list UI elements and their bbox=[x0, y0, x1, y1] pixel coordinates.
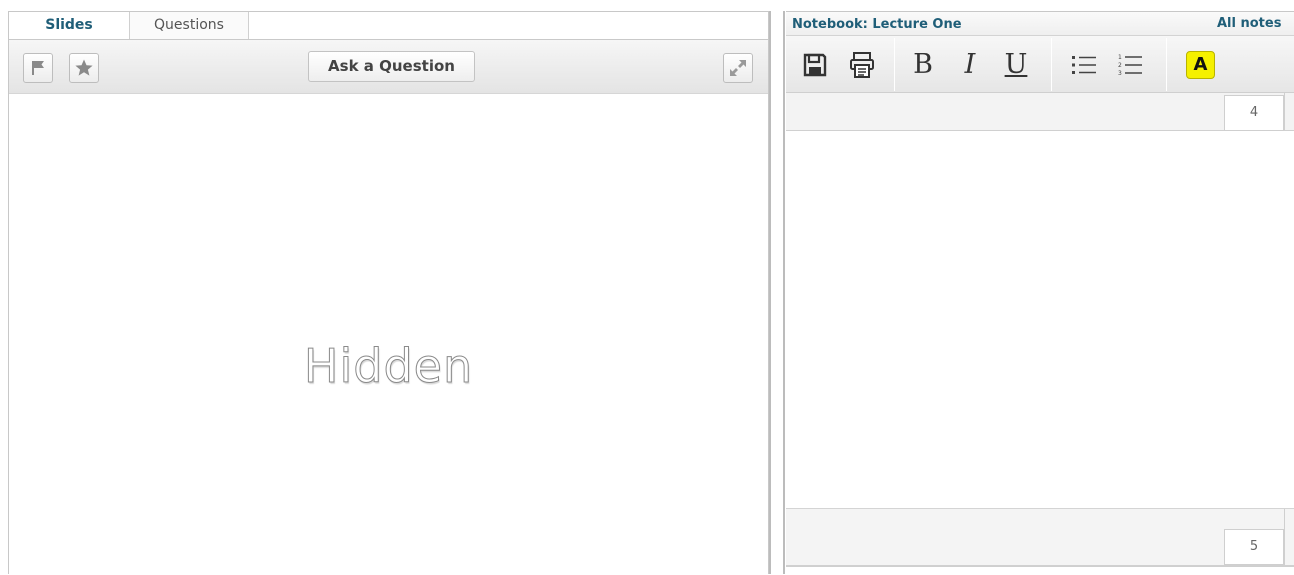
save-icon bbox=[803, 53, 827, 77]
numbered-list-button[interactable]: 1 2 3 bbox=[1116, 51, 1144, 79]
bold-button[interactable]: B bbox=[909, 51, 937, 79]
star-icon bbox=[75, 59, 93, 76]
notebook-panel: Notebook: Lecture One All notes B I U 1 … bbox=[786, 11, 1294, 575]
tab-slides[interactable]: Slides bbox=[9, 12, 129, 39]
svg-text:1: 1 bbox=[1118, 54, 1122, 61]
expand-button[interactable] bbox=[723, 53, 753, 83]
splitter-line bbox=[769, 11, 771, 574]
bold-label: B bbox=[913, 49, 933, 80]
underline-label: U bbox=[1004, 49, 1028, 80]
page-number: 4 bbox=[1224, 95, 1284, 131]
numbered-list-icon: 1 2 3 bbox=[1118, 54, 1142, 77]
underline-button[interactable]: U bbox=[1002, 51, 1030, 79]
flag-icon bbox=[32, 61, 44, 75]
notebook-header: Notebook: Lecture One All notes bbox=[786, 12, 1294, 36]
page-bar: 4 bbox=[786, 93, 1294, 131]
print-icon bbox=[850, 52, 874, 78]
save-button[interactable] bbox=[801, 51, 829, 79]
slide-hidden-text: Hidden bbox=[303, 339, 474, 394]
svg-text:3: 3 bbox=[1118, 70, 1122, 77]
highlight-button[interactable]: A bbox=[1186, 51, 1215, 79]
notes-toolbar: B I U 1 2 3 A bbox=[786, 36, 1294, 93]
page-bar-divider bbox=[1284, 509, 1285, 565]
all-notes-link[interactable]: All notes bbox=[1217, 16, 1281, 31]
toolbar-divider bbox=[1051, 38, 1052, 91]
slide-viewer: Hidden bbox=[9, 94, 768, 575]
bullet-list-icon bbox=[1072, 56, 1096, 74]
panel-splitter[interactable] bbox=[769, 0, 785, 574]
notebook-title: Notebook: Lecture One bbox=[792, 17, 962, 32]
splitter-line bbox=[783, 11, 785, 574]
page-bar: 5 bbox=[786, 508, 1294, 566]
flag-button[interactable] bbox=[23, 53, 53, 83]
tab-questions[interactable]: Questions bbox=[129, 12, 249, 39]
print-button[interactable] bbox=[848, 51, 876, 79]
toolbar-divider bbox=[894, 38, 895, 91]
bullet-list-button[interactable] bbox=[1070, 51, 1098, 79]
panel-tabs: Slides Questions bbox=[9, 12, 768, 40]
italic-label: I bbox=[964, 49, 976, 80]
svg-text:2: 2 bbox=[1118, 62, 1122, 69]
page-bar-divider bbox=[1284, 93, 1285, 130]
toolbar-divider bbox=[1166, 38, 1167, 91]
slides-panel: Slides Questions Ask a Question Hidden bbox=[8, 11, 769, 575]
slides-toolbar: Ask a Question bbox=[9, 40, 768, 94]
ask-question-button[interactable]: Ask a Question bbox=[308, 51, 475, 82]
page-number: 5 bbox=[1224, 529, 1284, 565]
italic-button[interactable]: I bbox=[956, 51, 984, 79]
star-button[interactable] bbox=[69, 53, 99, 83]
note-editor[interactable] bbox=[786, 131, 1294, 508]
expand-icon bbox=[730, 60, 746, 76]
